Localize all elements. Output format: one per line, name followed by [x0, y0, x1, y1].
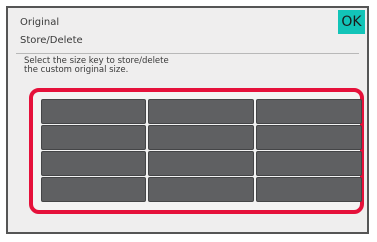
size-key-11[interactable]: [148, 177, 254, 202]
size-key-1[interactable]: [41, 99, 146, 124]
header-divider: [16, 53, 359, 54]
size-key-5[interactable]: [148, 125, 254, 150]
size-key-8[interactable]: [148, 151, 254, 176]
size-key-12[interactable]: [256, 177, 362, 202]
ok-button[interactable]: OK: [338, 10, 365, 34]
size-keys-grid: [41, 99, 362, 203]
size-key-6[interactable]: [256, 125, 362, 150]
size-key-10[interactable]: [41, 177, 146, 202]
size-key-2[interactable]: [148, 99, 254, 124]
size-key-3[interactable]: [256, 99, 362, 124]
size-key-4[interactable]: [41, 125, 146, 150]
screen: Original Store/Delete OK Select the size…: [0, 0, 377, 242]
size-keys-highlight-frame: [29, 88, 364, 214]
instruction-text: Select the size key to store/delete the …: [24, 57, 284, 75]
size-key-7[interactable]: [41, 151, 146, 176]
title-line-1: Original: [20, 17, 60, 28]
title-line-2: Store/Delete: [20, 35, 83, 46]
size-key-9[interactable]: [256, 151, 362, 176]
instruction-line-2: the custom original size.: [24, 65, 129, 75]
original-store-delete-panel: Original Store/Delete OK Select the size…: [6, 6, 369, 234]
